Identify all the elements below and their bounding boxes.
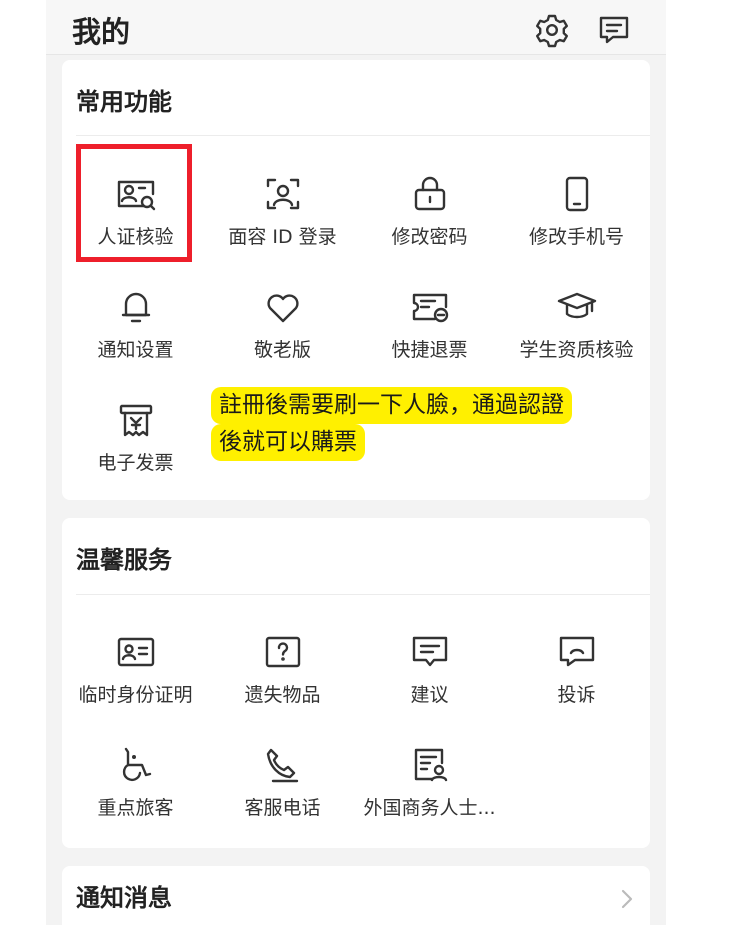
id-card-icon [114, 630, 158, 674]
grid-item-label: 修改密码 [391, 226, 468, 248]
grid-item-face-id-login[interactable]: 面容 ID 登录 [209, 152, 356, 258]
lock-icon [408, 172, 452, 216]
grid-item-quick-refund[interactable]: 快捷退票 [356, 265, 503, 371]
grid-item-label: 外国商务人士... [363, 797, 496, 819]
grid-item-label: 面容 ID 登录 [228, 226, 337, 248]
grid-item-label: 重点旅客 [97, 797, 174, 819]
top-bar: 我的 [46, 0, 666, 55]
warm-services-card: 温馨服务 临时身份证明 遗失物品 建议 投诉 重点旅客 客服电话 外国商务人士.… [62, 518, 650, 848]
page-title: 我的 [72, 15, 131, 49]
annotation-note: 註冊後需要刷一下人臉，通過認證 後就可以購票 [211, 387, 651, 461]
phone-screen: 我的 常用功能 人证核验 面容 ID 登录 修改密码 修改手机号 通知设置 敬老… [46, 0, 666, 925]
phone-call-icon [261, 743, 305, 787]
chevron-right-icon [620, 888, 634, 910]
grid-item-label: 遗失物品 [244, 684, 321, 706]
grid-item-label: 修改手机号 [528, 226, 624, 248]
grid-item-label: 临时身份证明 [78, 684, 193, 706]
face-scan-icon [261, 172, 305, 216]
grid-item-change-phone[interactable]: 修改手机号 [503, 152, 650, 258]
grid-item-label: 通知设置 [97, 339, 174, 361]
grid-item-label: 敬老版 [253, 339, 311, 361]
grid-item-label: 快捷退票 [391, 339, 468, 361]
grid-item-lost-items[interactable]: 遗失物品 [209, 610, 356, 716]
grid-item-label: 电子发票 [97, 452, 174, 474]
grid-item-customer-service[interactable]: 客服电话 [209, 723, 356, 829]
grid-item-temp-id[interactable]: 临时身份证明 [62, 610, 209, 716]
highlight-box [76, 144, 192, 262]
bell-icon [114, 285, 158, 329]
divider [76, 594, 650, 595]
divider [76, 135, 650, 136]
grid-item-student-verify[interactable]: 学生资质核验 [503, 265, 650, 371]
wheelchair-icon [114, 743, 158, 787]
notifications-card[interactable]: 通知消息 [62, 866, 650, 925]
grid-item-suggestion[interactable]: 建议 [356, 610, 503, 716]
graduation-cap-icon [555, 285, 599, 329]
section-title: 温馨服务 [76, 546, 172, 574]
complaint-icon [555, 630, 599, 674]
grid-item-priority-passenger[interactable]: 重点旅客 [62, 723, 209, 829]
grid-item-change-password[interactable]: 修改密码 [356, 152, 503, 258]
grid-item-complaint[interactable]: 投诉 [503, 610, 650, 716]
message-icon[interactable] [594, 10, 634, 50]
annotation-line-1: 註冊後需要刷一下人臉，通過認證 [211, 387, 572, 424]
suggestion-icon [408, 630, 452, 674]
grid-item-label: 客服电话 [244, 797, 321, 819]
heart-icon [261, 285, 305, 329]
section-title: 通知消息 [76, 884, 172, 912]
grid-item-elderly-mode[interactable]: 敬老版 [209, 265, 356, 371]
grid-item-label: 学生资质核验 [519, 339, 634, 361]
question-box-icon [261, 630, 305, 674]
phone-icon [555, 172, 599, 216]
grid-item-e-invoice[interactable]: 电子发票 [62, 378, 209, 484]
invoice-icon [114, 398, 158, 442]
settings-gear-icon[interactable] [532, 10, 572, 50]
grid-item-foreign-business[interactable]: 外国商务人士... [356, 723, 503, 829]
section-title: 常用功能 [76, 88, 172, 116]
annotation-line-2: 後就可以購票 [211, 424, 365, 461]
grid-item-label: 建议 [410, 684, 449, 706]
certificate-icon [408, 743, 452, 787]
ticket-refund-icon [408, 285, 452, 329]
grid-item-label: 投诉 [557, 684, 596, 706]
grid-item-notification-settings[interactable]: 通知设置 [62, 265, 209, 371]
